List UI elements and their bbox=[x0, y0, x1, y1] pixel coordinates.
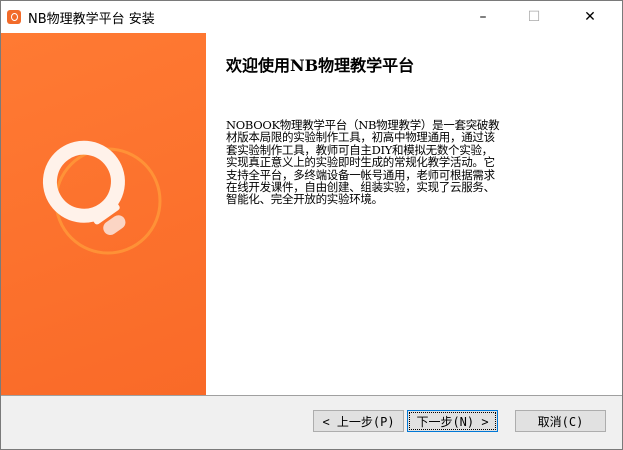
lightbulb-logo-icon bbox=[42, 140, 162, 255]
description-line: 实现真正意义上的实验即时生成的常规化教学活动。它 bbox=[226, 155, 495, 170]
cancel-button[interactable]: 取消(C) bbox=[515, 410, 606, 432]
description-line: 智能化、完全开放的实验环境。 bbox=[226, 192, 383, 207]
back-button[interactable]: < 上一步(P) bbox=[313, 410, 404, 432]
welcome-heading: 欢迎使用NB物理教学平台 bbox=[226, 56, 415, 75]
app-icon bbox=[7, 10, 21, 24]
window-title: NB物理教学平台 安装 bbox=[28, 12, 155, 27]
close-button[interactable]: ✕ bbox=[567, 1, 613, 33]
button-bar: < 上一步(P) 下一步(N) > 取消(C) bbox=[1, 395, 622, 449]
maximize-button[interactable]: ☐ bbox=[511, 1, 557, 33]
side-banner bbox=[1, 33, 206, 395]
next-button[interactable]: 下一步(N) > bbox=[407, 410, 498, 432]
description-line: 材版本局限的实验制作工具，初高中物理通用，通过该 bbox=[226, 130, 495, 145]
minimize-button[interactable]: – bbox=[460, 1, 506, 33]
title-bar: NB物理教学平台 安装 – ☐ ✕ bbox=[1, 1, 622, 33]
description-text: NOBOOK物理教学平台（NB物理教学）是一套突破教 材版本局限的实验制作工具，… bbox=[226, 119, 500, 207]
